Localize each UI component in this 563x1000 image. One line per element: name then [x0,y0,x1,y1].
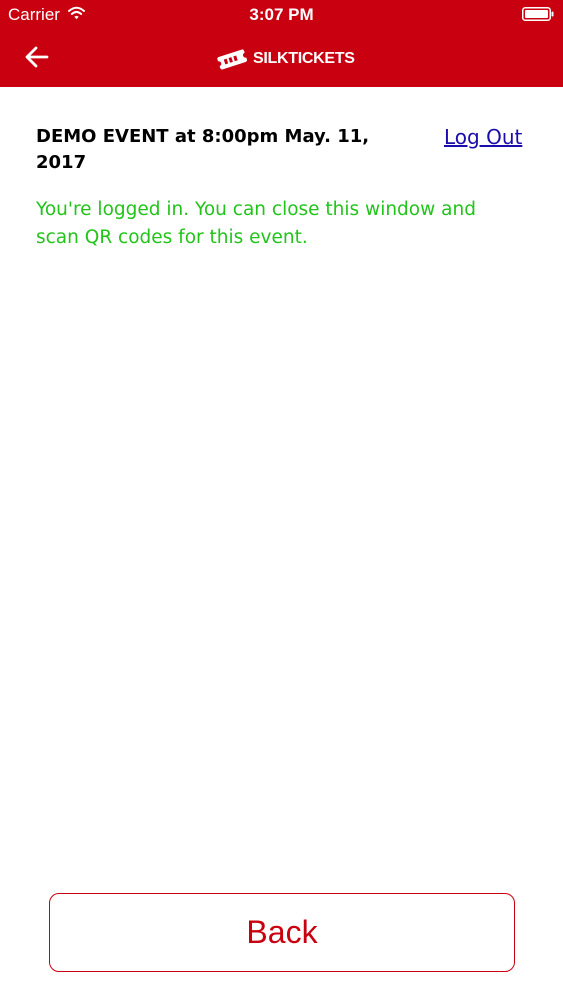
ticket-icon [216,49,248,70]
login-status-message: You're logged in. You can close this win… [36,199,476,248]
logout-link[interactable]: Log Out [444,124,522,150]
app-header: Carrier 3:07 PM SILKTICKETS [0,0,563,87]
event-title: DEMO EVENT at 8:00pm May. 11, 2017 [36,126,370,173]
status-time: 3:07 PM [249,5,314,24]
silktickets-logo: SILKTICKETS [215,44,355,74]
status-bar: Carrier 3:07 PM [0,0,563,30]
back-button[interactable]: Back [49,893,515,972]
nav-bar: SILKTICKETS [0,30,563,87]
logo-text: SILKTICKETS [253,50,355,67]
battery-icon [522,7,554,21]
arrow-left-icon[interactable] [24,45,50,69]
